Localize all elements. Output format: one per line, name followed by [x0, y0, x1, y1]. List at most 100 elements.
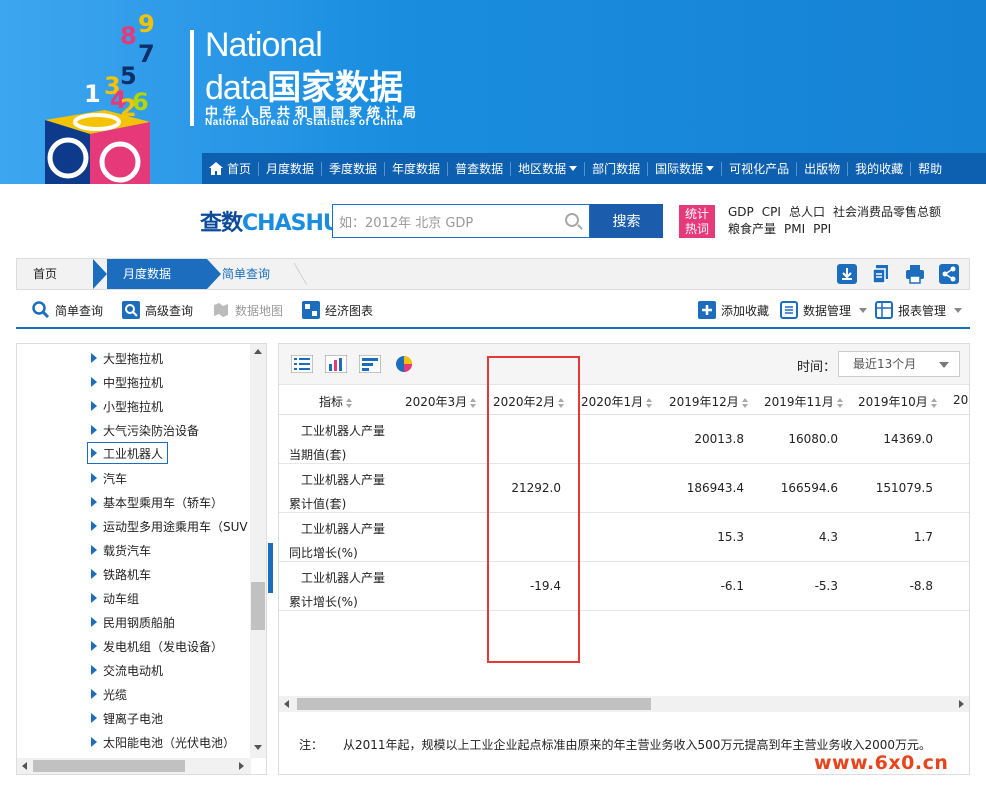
scroll-right-icon[interactable]	[959, 700, 964, 708]
table-cell: 4.3	[818, 530, 838, 544]
data-manage-button[interactable]: 数据管理	[780, 301, 868, 319]
data-map-button[interactable]: 数据地图	[212, 301, 283, 319]
tree-horizontal-scrollbar[interactable]	[17, 758, 251, 774]
hot-word-link[interactable]: CPI	[762, 205, 781, 219]
tree-horizontal-thumb[interactable]	[33, 760, 185, 772]
tree-item[interactable]: 汽车	[91, 467, 127, 489]
scroll-up-icon[interactable]	[254, 349, 262, 354]
nav-annual[interactable]: 年度数据	[385, 161, 449, 176]
search-button[interactable]: 搜索	[590, 204, 663, 238]
add-favorite-button[interactable]: 添加收藏	[698, 301, 769, 319]
tool-label: 添加收藏	[721, 303, 770, 318]
table-horizontal-scrollbar[interactable]	[279, 696, 969, 712]
nav-department[interactable]: 部门数据	[585, 161, 649, 176]
tool-label: 经济图表	[325, 303, 374, 318]
row-label-line: 累计增长(%)	[289, 595, 358, 609]
tree-item[interactable]: 小型拖拉机	[91, 395, 163, 417]
advanced-query-button[interactable]: 高级查询	[122, 301, 193, 319]
table-row: 工业机器人产量 累计增长(%) -19.4 -6.1 -5.3 -8.8	[279, 562, 969, 611]
caret-right-icon	[91, 425, 97, 435]
tree-item[interactable]: 基本型乘用车（轿车）	[91, 491, 223, 513]
table-cell: 16080.0	[788, 432, 838, 446]
hot-word-link[interactable]: PPI	[813, 222, 831, 236]
panel-splitter[interactable]	[268, 543, 273, 593]
nav-publications[interactable]: 出版物	[797, 161, 849, 176]
tool-label: 报表管理	[898, 303, 947, 318]
row-label: 工业机器人产量 累计值(套)	[289, 468, 385, 516]
tree-item[interactable]: 民用钢质船舶	[91, 611, 175, 633]
download-icon[interactable]	[837, 264, 857, 284]
nav-census[interactable]: 普查数据	[448, 161, 512, 176]
share-icon[interactable]	[939, 264, 959, 284]
column-header[interactable]: 2019年12月	[669, 393, 748, 410]
nav-regional[interactable]: 地区数据	[511, 161, 586, 176]
tree-vertical-scrollbar[interactable]	[250, 344, 266, 758]
horizontal-bar-icon[interactable]	[359, 355, 381, 373]
scroll-down-icon[interactable]	[254, 745, 262, 750]
table-cell: 1.7	[913, 530, 933, 544]
column-header[interactable]: 指标	[319, 393, 353, 410]
time-range-select[interactable]: 最近13个月	[838, 351, 960, 377]
tree-item[interactable]: 锂离子电池	[91, 707, 163, 729]
tree-item[interactable]: 光缆	[91, 683, 127, 705]
tree-item-label: 大型拖拉机	[103, 351, 164, 366]
hot-word-link[interactable]: 社会消费品零售总额	[833, 205, 941, 219]
advanced-search-icon	[122, 301, 140, 319]
search-input[interactable]: 如：2012年 北京 GDP	[332, 204, 590, 238]
search-placeholder: 如：2012年 北京 GDP	[339, 215, 474, 231]
column-header[interactable]: 2019年11月	[764, 393, 843, 410]
scroll-left-icon[interactable]	[284, 700, 289, 708]
tree-item[interactable]: 中型拖拉机	[91, 371, 163, 393]
tree-item-selected[interactable]: 工业机器人	[87, 442, 169, 464]
column-header[interactable]: 2020年1月	[581, 393, 653, 410]
breadcrumb-actions	[837, 264, 959, 284]
tree-item[interactable]: 发电机组（发电设备）	[91, 635, 223, 657]
pie-chart-icon[interactable]	[393, 355, 415, 373]
scroll-left-icon[interactable]	[22, 762, 27, 770]
breadcrumb-section[interactable]: 月度数据	[93, 259, 221, 289]
tree-item[interactable]: 大型拖拉机	[91, 347, 163, 369]
copy-icon[interactable]	[871, 264, 891, 284]
report-manage-button[interactable]: 报表管理	[875, 301, 963, 319]
hot-word-link[interactable]: PMI	[784, 222, 805, 236]
tree-item[interactable]: 太阳能电池（光伏电池）	[91, 731, 235, 753]
nav-home[interactable]: 首页	[202, 161, 260, 176]
tree-item[interactable]: 载货汽车	[91, 539, 151, 561]
home-icon	[209, 162, 223, 175]
table-horizontal-thumb[interactable]	[297, 698, 651, 710]
econ-chart-button[interactable]: 经济图表	[302, 301, 373, 319]
hot-word-link[interactable]: GDP	[728, 205, 754, 219]
list-icon	[780, 301, 798, 319]
tree-item[interactable]: 动车组	[91, 587, 139, 609]
nav-visualization[interactable]: 可视化产品	[722, 161, 798, 176]
tree-item-label: 运动型多用途乘用车（SUV	[103, 519, 248, 534]
nav-favorites[interactable]: 我的收藏	[848, 161, 912, 176]
nav-quarterly[interactable]: 季度数据	[322, 161, 386, 176]
tree-vertical-thumb[interactable]	[251, 582, 265, 630]
bar-chart-icon[interactable]	[325, 355, 347, 373]
site-header: 9 8 7 5 1 3 4 2 6 National data国家数据 中华人民…	[0, 0, 986, 184]
tree-item[interactable]: 大气污染防治设备	[91, 419, 199, 441]
nav-monthly[interactable]: 月度数据	[259, 161, 323, 176]
tree-item[interactable]: 交流电动机	[91, 659, 163, 681]
breadcrumb-current: 简单查询	[222, 267, 271, 281]
tree-item[interactable]: 铁路机车	[91, 563, 151, 585]
tree-item[interactable]: 运动型多用途乘用车（SUV	[91, 515, 248, 537]
nav-label: 地区数据	[518, 162, 567, 176]
breadcrumb-home[interactable]: 首页	[17, 259, 93, 289]
scroll-right-icon[interactable]	[239, 762, 244, 770]
caret-right-icon	[91, 617, 97, 627]
column-header[interactable]: 201	[953, 393, 969, 407]
hot-word-link[interactable]: 粮食产量	[728, 222, 776, 236]
print-icon[interactable]	[905, 264, 925, 284]
column-header[interactable]: 2020年3月	[405, 393, 477, 410]
nav-help[interactable]: 帮助	[911, 162, 949, 176]
tree-item-label: 光缆	[103, 687, 128, 702]
column-header-label: 2019年11月	[764, 395, 834, 409]
column-header[interactable]: 2019年10月	[858, 393, 937, 410]
hot-word-link[interactable]: 总人口	[789, 205, 825, 219]
table-view-icon[interactable]	[291, 355, 313, 373]
tree-item-label: 中型拖拉机	[103, 375, 164, 390]
simple-query-button[interactable]: 简单查询	[32, 301, 103, 319]
nav-international[interactable]: 国际数据	[648, 161, 723, 176]
